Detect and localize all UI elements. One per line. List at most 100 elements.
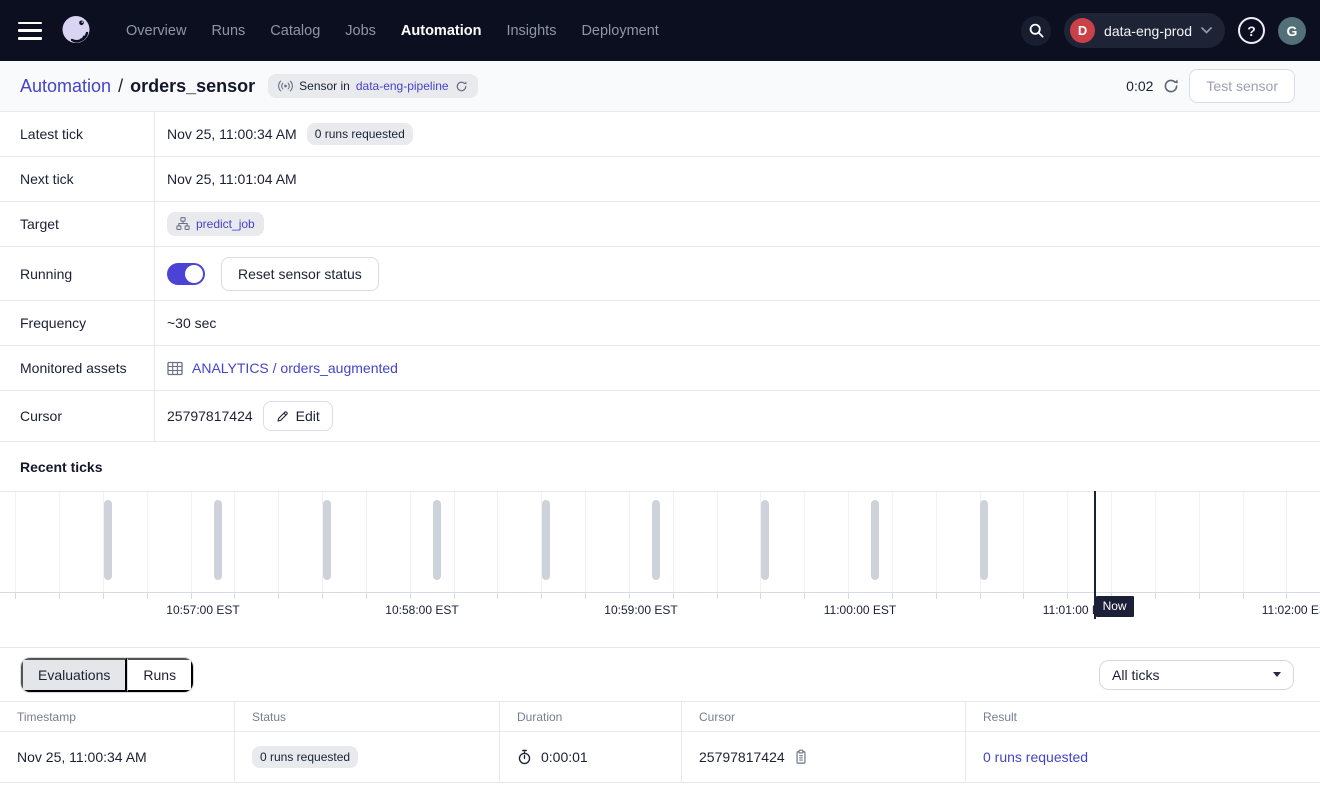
reload-location-icon[interactable]: [455, 80, 468, 93]
caret-down-icon: [1273, 672, 1281, 677]
monitored-asset-link[interactable]: ANALYTICS / orders_augmented: [167, 360, 398, 376]
search-button[interactable]: [1021, 16, 1051, 46]
tab-evaluations[interactable]: Evaluations: [21, 658, 127, 692]
help-button[interactable]: ?: [1238, 17, 1265, 44]
tick-bar[interactable]: [104, 500, 112, 580]
col-result: Result: [965, 702, 1320, 731]
gridline: [936, 492, 937, 592]
target-job-link[interactable]: predict_job: [167, 212, 264, 236]
row-next-tick: Next tick Nov 25, 11:01:04 AM: [0, 157, 1320, 202]
frequency-label: Frequency: [0, 301, 155, 345]
nav-item-catalog[interactable]: Catalog: [270, 23, 320, 39]
code-location-link[interactable]: data-eng-pipeline: [356, 79, 449, 93]
gridline: [147, 492, 148, 592]
tick-bar[interactable]: [652, 500, 660, 580]
cell-result-link[interactable]: 0 runs requested: [983, 749, 1088, 765]
latest-tick-label: Latest tick: [0, 112, 155, 156]
tick-filter-select[interactable]: All ticks: [1099, 660, 1294, 690]
tick-bar[interactable]: [871, 500, 879, 580]
tick-bar[interactable]: [980, 500, 988, 580]
gridline: [59, 492, 60, 592]
edit-button-label: Edit: [296, 408, 320, 424]
col-duration: Duration: [499, 702, 681, 731]
nav-item-jobs[interactable]: Jobs: [345, 23, 376, 39]
test-sensor-button[interactable]: Test sensor: [1189, 69, 1295, 103]
gridline: [1155, 492, 1156, 592]
breadcrumb-automation[interactable]: Automation: [20, 76, 111, 97]
sensor-type-badge: Sensor in data-eng-pipeline: [268, 74, 477, 98]
nav-item-deployment[interactable]: Deployment: [581, 23, 658, 39]
table-row: Nov 25, 11:00:34 AM 0 runs requested 0:0…: [0, 732, 1320, 783]
row-latest-tick: Latest tick Nov 25, 11:00:34 AM 0 runs r…: [0, 112, 1320, 157]
axis-tick-mark: [1155, 593, 1156, 599]
axis-tick-mark: [191, 593, 192, 599]
now-badge: Now: [1096, 596, 1134, 617]
axis-tick-mark: [760, 593, 761, 599]
nav-item-insights[interactable]: Insights: [506, 23, 556, 39]
gridline: [1286, 492, 1287, 592]
frequency-value: ~30 sec: [167, 315, 216, 331]
sensor-details: Latest tick Nov 25, 11:00:34 AM 0 runs r…: [0, 112, 1320, 442]
next-tick-label: Next tick: [0, 157, 155, 201]
axis-label: 10:59:00 EST: [604, 603, 677, 617]
tab-runs[interactable]: Runs: [127, 658, 193, 692]
asset-table-icon: [167, 361, 183, 376]
cell-cursor: 25797817424: [699, 749, 785, 765]
copy-clipboard-icon[interactable]: [794, 749, 808, 765]
gridline: [892, 492, 893, 592]
deployment-switcher[interactable]: D data-eng-prod: [1064, 13, 1225, 48]
gridline: [1111, 492, 1112, 592]
axis-tick-mark: [585, 593, 586, 599]
gridline: [717, 492, 718, 592]
breadcrumb-separator: /: [118, 76, 123, 97]
cell-duration: 0:00:01: [541, 749, 588, 765]
axis-tick-mark: [59, 593, 60, 599]
sensor-icon: [278, 80, 293, 92]
axis-tick-mark: [848, 593, 849, 599]
nav-item-automation[interactable]: Automation: [401, 23, 482, 39]
page-title: orders_sensor: [130, 76, 255, 97]
reset-sensor-status-button[interactable]: Reset sensor status: [221, 257, 379, 291]
help-icon: ?: [1247, 23, 1256, 39]
row-frequency: Frequency ~30 sec: [0, 301, 1320, 346]
menu-icon[interactable]: [18, 22, 42, 40]
target-label: Target: [0, 202, 155, 246]
axis-tick-mark: [322, 593, 323, 599]
chevron-down-icon: [1201, 27, 1212, 34]
nav-item-runs[interactable]: Runs: [211, 23, 245, 39]
axis-tick-mark: [454, 593, 455, 599]
tick-bar[interactable]: [323, 500, 331, 580]
gridline: [1067, 492, 1068, 592]
search-icon: [1028, 22, 1045, 39]
latest-tick-status-badge: 0 runs requested: [307, 123, 413, 145]
gridline: [454, 492, 455, 592]
cursor-value: 25797817424: [167, 408, 253, 424]
axis-tick-mark: [1023, 593, 1024, 599]
recent-ticks-timeline: 10:57:00 EST10:58:00 EST10:59:00 EST11:0…: [0, 491, 1320, 624]
dagster-logo-icon[interactable]: [57, 12, 95, 50]
user-avatar[interactable]: G: [1278, 17, 1306, 45]
deployment-name: data-eng-prod: [1104, 23, 1192, 39]
job-icon: [176, 217, 190, 231]
stopwatch-icon: [517, 749, 532, 765]
tick-bar[interactable]: [214, 500, 222, 580]
axis-label: 11:02:00 EST: [1262, 603, 1320, 617]
tick-bar[interactable]: [761, 500, 769, 580]
refresh-icon[interactable]: [1163, 78, 1179, 94]
tick-filter-value: All ticks: [1112, 667, 1159, 683]
tick-bar[interactable]: [433, 500, 441, 580]
running-toggle[interactable]: [167, 263, 205, 285]
cell-timestamp: Nov 25, 11:00:34 AM: [0, 732, 234, 782]
monitored-asset-name: ANALYTICS / orders_augmented: [192, 360, 398, 376]
tick-chart: [0, 491, 1320, 593]
gridline: [629, 492, 630, 592]
axis-tick-mark: [892, 593, 893, 599]
nav-item-overview[interactable]: Overview: [126, 23, 186, 39]
tick-bar[interactable]: [542, 500, 550, 580]
gridline: [804, 492, 805, 592]
edit-cursor-button[interactable]: Edit: [263, 401, 333, 431]
axis-label: 11:00:00 EST: [824, 603, 897, 617]
toggle-knob: [185, 265, 203, 283]
gridline: [585, 492, 586, 592]
gridline: [1023, 492, 1024, 592]
